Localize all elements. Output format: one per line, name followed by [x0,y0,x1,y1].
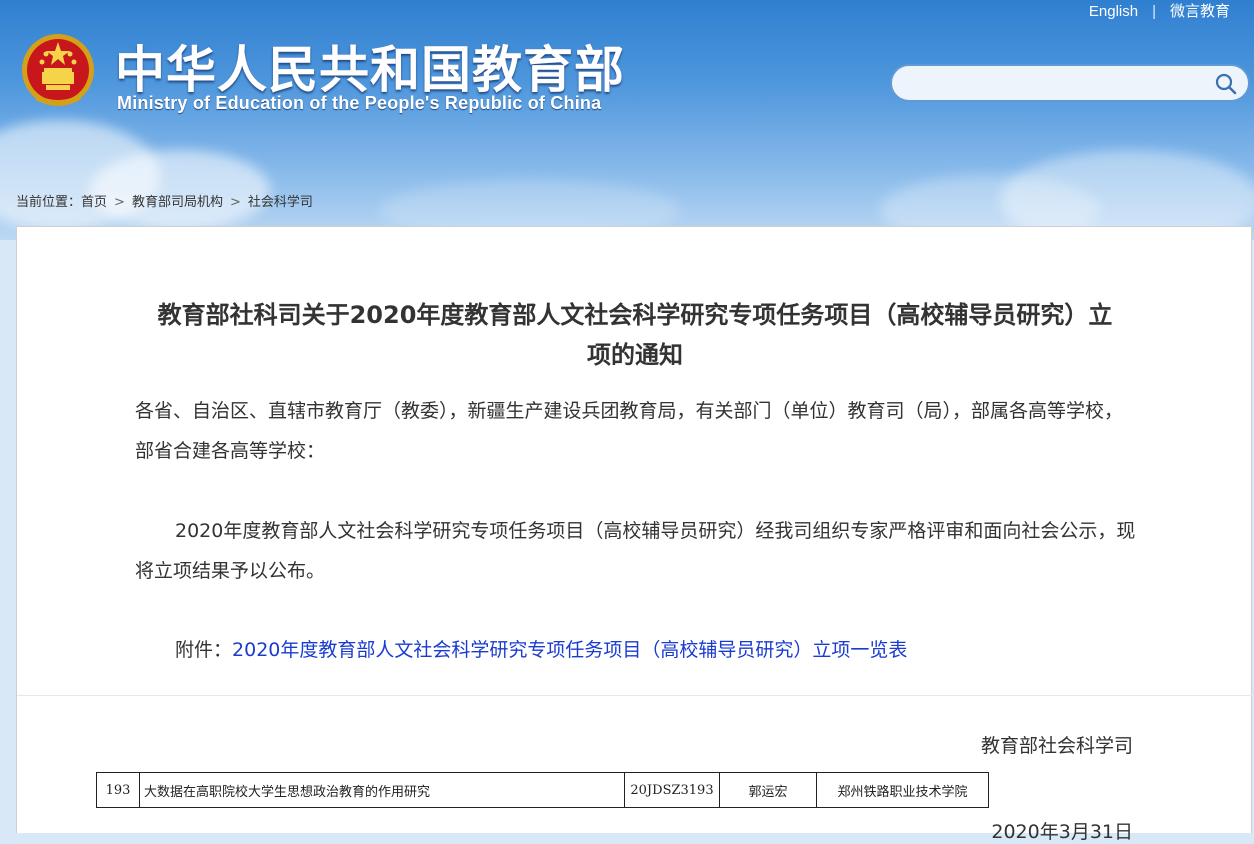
chevron-right-icon: > [114,195,125,210]
attachment-link[interactable]: 2020年度教育部人文社会科学研究专项任务项目（高校辅导员研究）立项一览表 [232,639,907,661]
divider [17,695,1253,696]
table-cell-title: 大数据在高职院校大学生思想政治教育的作用研究 [139,772,625,808]
national-emblem-icon [22,34,94,106]
issue-date: 2020年3月31日 [991,821,1133,843]
site-title-en: Ministry of Education of the People's Re… [117,93,602,113]
breadcrumb-social-science[interactable]: 社会科学司 [248,195,313,210]
attachment-label: 附件： [175,639,233,661]
search-icon[interactable] [1214,72,1238,96]
search-input[interactable] [906,72,1210,96]
article-title: 教育部社科司关于2020年度教育部人文社会科学研究专项任务项目（高校辅导员研究）… [117,295,1153,375]
top-links: English | 微言教育 [1089,0,1230,21]
signer: 教育部社会科学司 [980,735,1133,757]
weiyan-link[interactable]: 微言教育 [1170,3,1230,20]
table-cell-person: 郭运宏 [719,772,817,808]
article-title-line2: 项的通知 [587,341,683,369]
article-panel: 教育部社科司关于2020年度教育部人文社会科学研究专项任务项目（高校辅导员研究）… [16,226,1253,843]
table-cell-school: 郑州铁路职业技术学院 [816,772,989,808]
site-title-cn: 中华人民共和国教育部 [115,41,625,99]
addressee-paragraph: 各省、自治区、直辖市教育厅（教委），新疆生产建设兵团教育局，有关部门（单位）教育… [135,400,1124,462]
search-box [890,64,1250,102]
english-link[interactable]: English [1089,3,1138,20]
separator: | [1152,3,1156,20]
breadcrumb-home[interactable]: 首页 [81,195,107,210]
attachment-paragraph: 附件：2020年度教育部人文社会科学研究专项任务项目（高校辅导员研究）立项一览表 [135,630,1137,670]
breadcrumb-prefix: 当前位置： [16,195,82,210]
header-banner: 中华人民共和国教育部 Ministry of Education of the … [0,0,1254,240]
breadcrumb-departments[interactable]: 教育部司局机构 [132,195,223,210]
table-row: 193 大数据在高职院校大学生思想政治教育的作用研究 20JDSZ3193 郭运… [96,772,989,808]
project-table-fragment: 193 大数据在高职院校大学生思想政治教育的作用研究 20JDSZ3193 郭运… [96,772,989,808]
table-cell-code: 20JDSZ3193 [624,772,720,808]
article-title-line1: 教育部社科司关于2020年度教育部人文社会科学研究专项任务项目（高校辅导员研究）… [157,301,1113,329]
body-paragraph: 2020年度教育部人文社会科学研究专项任务项目（高校辅导员研究）经我司组织专家严… [135,520,1136,582]
breadcrumb: 当前位置：首页 > 教育部司局机构 > 社会科学司 [16,191,313,210]
table-cell-number: 193 [96,772,140,808]
chevron-right-icon: > [229,195,241,210]
